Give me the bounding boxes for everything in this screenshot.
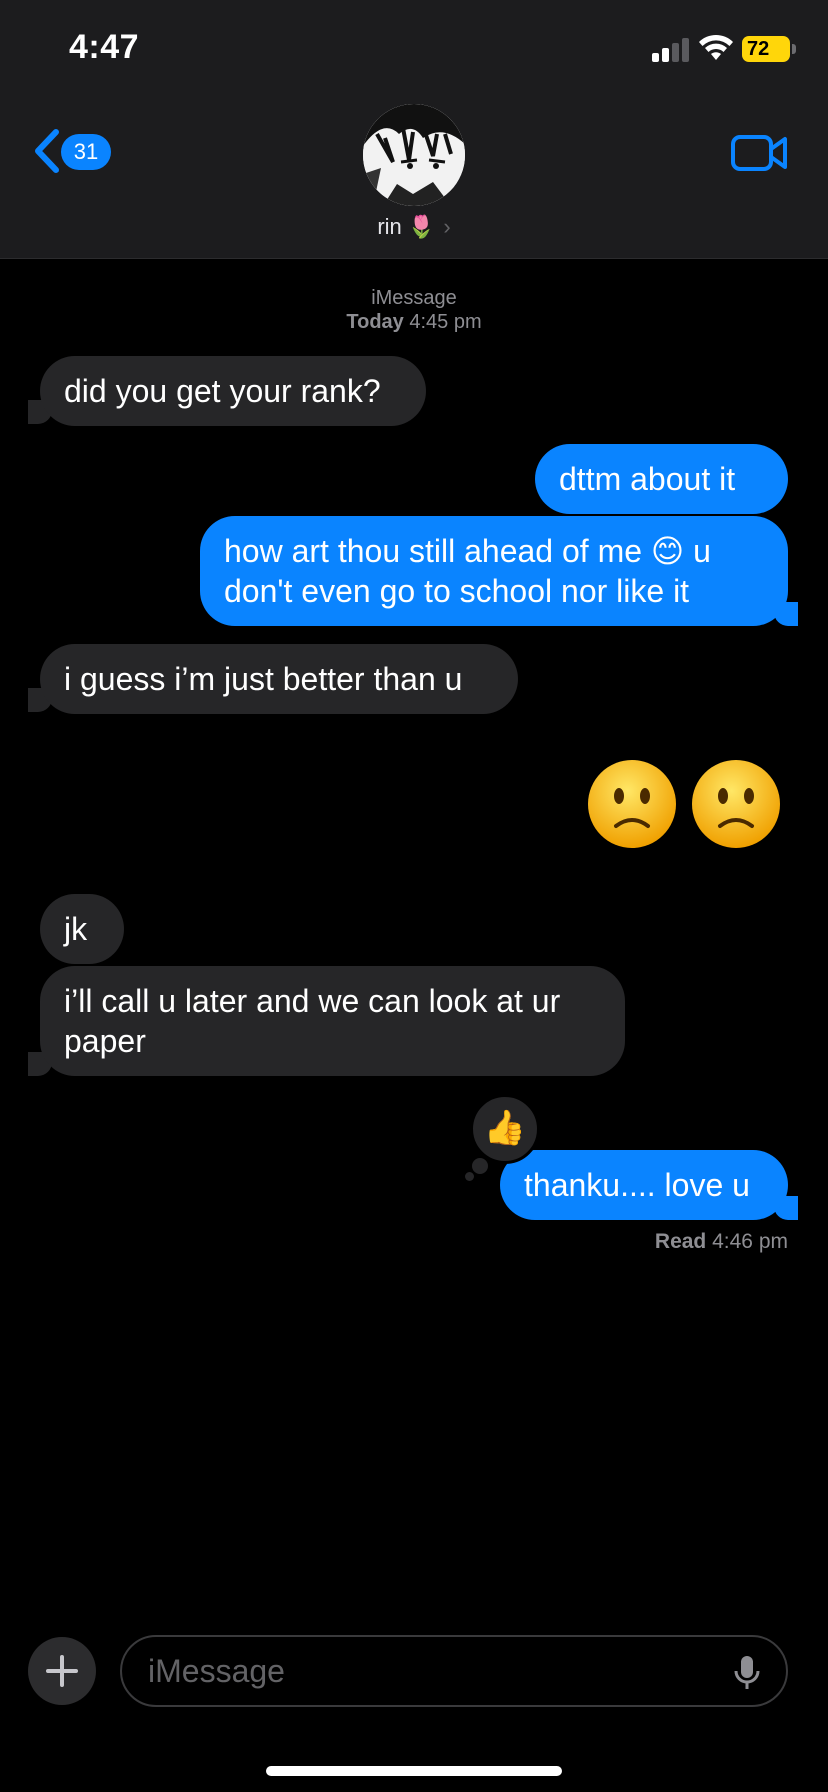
tapback-dot xyxy=(465,1172,474,1181)
contact-avatar[interactable] xyxy=(363,104,465,206)
date-day: Today xyxy=(346,311,404,333)
signal-icon xyxy=(652,38,689,62)
date-time: 4:45 pm xyxy=(409,311,482,333)
plus-icon xyxy=(46,1655,78,1687)
thread-timestamp: iMessage Today 4:45 pm xyxy=(0,286,828,334)
message-text: thanku.... love u xyxy=(524,1167,750,1203)
incoming-message[interactable]: jk xyxy=(40,894,124,964)
avatar-illustration xyxy=(363,104,465,206)
message-input[interactable]: iMessage xyxy=(120,1635,788,1707)
conversation-header: 4:47 72 31 rin 🌷 › xyxy=(0,0,828,259)
battery-nub xyxy=(792,44,796,54)
message-text: i’ll call u later and we can look at ur … xyxy=(64,983,561,1059)
message-text: did you get your rank? xyxy=(64,373,381,409)
incoming-message[interactable]: i’ll call u later and we can look at ur … xyxy=(40,966,625,1076)
outgoing-message[interactable]: dttm about it xyxy=(535,444,788,514)
battery-icon: 72 xyxy=(742,36,790,62)
status-time: 4:47 xyxy=(69,28,140,66)
service-name: iMessage xyxy=(371,287,457,309)
chevron-right-icon: › xyxy=(443,214,451,239)
battery-level: 72 xyxy=(747,38,770,60)
apps-plus-button[interactable] xyxy=(28,1637,96,1705)
wifi-icon xyxy=(699,34,733,60)
outgoing-message[interactable]: how art thou still ahead of me 😊 u don't… xyxy=(200,516,788,626)
back-unread-badge[interactable]: 31 xyxy=(61,134,111,170)
incoming-message[interactable]: i guess i’m just better than u xyxy=(40,644,518,714)
read-time: 4:46 pm xyxy=(712,1230,788,1253)
tapback-dot xyxy=(472,1158,488,1174)
frowning-face-icon xyxy=(692,760,780,848)
message-input-placeholder: iMessage xyxy=(148,1653,285,1689)
read-label: Read xyxy=(654,1230,707,1253)
frowning-face-icon xyxy=(588,760,676,848)
back-chevron-icon[interactable] xyxy=(32,128,62,174)
message-text: jk xyxy=(64,911,88,947)
contact-name-button[interactable]: rin 🌷 › xyxy=(0,214,828,240)
incoming-message[interactable]: did you get your rank? xyxy=(40,356,426,426)
message-text: how art thou still ahead of me 😊 u don't… xyxy=(224,533,711,609)
outgoing-message[interactable]: thanku.... love u xyxy=(500,1150,788,1220)
video-camera-icon[interactable] xyxy=(731,134,787,172)
message-text: i guess i’m just better than u xyxy=(64,661,463,697)
read-receipt: Read 4:46 pm xyxy=(520,1230,788,1254)
thumbs-up-tapback-icon[interactable]: 👍 xyxy=(470,1094,540,1164)
contact-name: rin 🌷 xyxy=(377,214,436,239)
microphone-icon[interactable] xyxy=(734,1655,760,1691)
message-text: dttm about it xyxy=(559,461,736,497)
home-indicator[interactable] xyxy=(266,1766,562,1776)
